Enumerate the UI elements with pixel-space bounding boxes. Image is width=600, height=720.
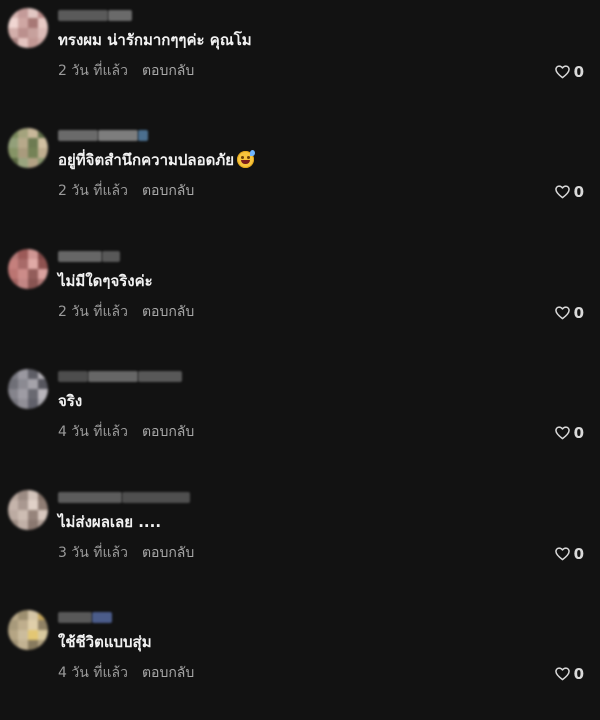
- comment-meta: 3 วัน ที่แล้ว ตอบกลับ: [58, 544, 194, 562]
- reply-button[interactable]: ตอบกลับ: [142, 665, 194, 681]
- commenter-username-blurred[interactable]: [58, 251, 102, 262]
- comment-text-content: ไม่ส่งผลเลย ....: [58, 513, 162, 531]
- comment-item: ไม่มีใดๆจริงค่ะ 2 วัน ที่แล้ว ตอบกลับ 0: [0, 249, 600, 359]
- like-button[interactable]: 0: [554, 665, 584, 683]
- commenter-username-blurred[interactable]: [108, 10, 132, 21]
- like-button[interactable]: 0: [554, 63, 584, 81]
- like-count: 0: [573, 424, 584, 442]
- comment-item: จริง 4 วัน ที่แล้ว ตอบกลับ 0: [0, 369, 600, 479]
- commenter-username-blurred[interactable]: [88, 371, 138, 382]
- comment-timestamp: 4 วัน ที่แล้ว: [58, 424, 128, 440]
- comment-item: ทรงผม น่ารักมากๆๆค่ะ คุณโม 2 วัน ที่แล้ว ต…: [0, 8, 600, 118]
- reply-button[interactable]: ตอบกลับ: [142, 545, 194, 561]
- comment-meta: 4 วัน ที่แล้ว ตอบกลับ: [58, 664, 194, 682]
- commenter-username-blurred[interactable]: [98, 130, 138, 141]
- heart-outline-icon[interactable]: [554, 426, 570, 440]
- like-button[interactable]: 0: [554, 304, 584, 322]
- like-count: 0: [573, 304, 584, 322]
- comment-text: ทรงผม น่ารักมากๆๆค่ะ คุณโม: [58, 30, 252, 50]
- comment-text-content: ใช้ชีวิตแบบสุ่ม: [58, 633, 152, 651]
- like-button[interactable]: 0: [554, 424, 584, 442]
- like-count: 0: [573, 63, 584, 81]
- comment-text: จริง: [58, 391, 82, 411]
- commenter-username-blurred[interactable]: [102, 251, 120, 262]
- commenter-avatar[interactable]: [8, 249, 48, 289]
- commenter-username-blurred[interactable]: [58, 371, 88, 382]
- comment-meta: 4 วัน ที่แล้ว ตอบกลับ: [58, 423, 194, 441]
- comment-meta: 2 วัน ที่แล้ว ตอบกลับ: [58, 62, 194, 80]
- comment-timestamp: 2 วัน ที่แล้ว: [58, 183, 128, 199]
- grinning-sweat-emoji: [237, 150, 256, 168]
- comment-text: อยู่ที่จิตสำนึกความปลอดภัย: [58, 150, 256, 170]
- comment-text-content: อยู่ที่จิตสำนึกความปลอดภัย: [58, 151, 235, 169]
- comment-timestamp: 4 วัน ที่แล้ว: [58, 665, 128, 681]
- heart-outline-icon[interactable]: [554, 306, 570, 320]
- commenter-username-blurred[interactable]: [58, 492, 122, 503]
- like-button[interactable]: 0: [554, 545, 584, 563]
- commenter-avatar[interactable]: [8, 490, 48, 530]
- heart-outline-icon[interactable]: [554, 547, 570, 561]
- commenter-username-blurred[interactable]: [92, 612, 112, 623]
- comment-item: อยู่ที่จิตสำนึกความปลอดภัย 2 วัน ที่แล้ว ต…: [0, 128, 600, 238]
- comment-timestamp: 2 วัน ที่แล้ว: [58, 304, 128, 320]
- heart-outline-icon[interactable]: [554, 65, 570, 79]
- like-button[interactable]: 0: [554, 183, 584, 201]
- commenter-avatar[interactable]: [8, 610, 48, 650]
- commenter-avatar[interactable]: [8, 128, 48, 168]
- commenter-username-blurred[interactable]: [138, 130, 148, 141]
- like-count: 0: [573, 665, 584, 683]
- comment-text-content: ทรงผม น่ารักมากๆๆค่ะ คุณโม: [58, 31, 252, 49]
- heart-outline-icon[interactable]: [554, 185, 570, 199]
- comment-text: ใช้ชีวิตแบบสุ่ม: [58, 632, 152, 652]
- comment-meta: 2 วัน ที่แล้ว ตอบกลับ: [58, 303, 194, 321]
- comment-text: ไม่มีใดๆจริงค่ะ: [58, 271, 153, 291]
- reply-button[interactable]: ตอบกลับ: [142, 424, 194, 440]
- reply-button[interactable]: ตอบกลับ: [142, 183, 194, 199]
- commenter-username-blurred[interactable]: [58, 130, 98, 141]
- comment-meta: 2 วัน ที่แล้ว ตอบกลับ: [58, 182, 194, 200]
- comment-text-content: ไม่มีใดๆจริงค่ะ: [58, 272, 153, 290]
- heart-outline-icon[interactable]: [554, 667, 570, 681]
- comment-item: ไม่ส่งผลเลย .... 3 วัน ที่แล้ว ตอบกลับ 0: [0, 490, 600, 600]
- like-count: 0: [573, 183, 584, 201]
- comment-text: ไม่ส่งผลเลย ....: [58, 512, 161, 532]
- commenter-username-blurred[interactable]: [138, 371, 182, 382]
- commenter-username-blurred[interactable]: [58, 10, 108, 21]
- comment-timestamp: 2 วัน ที่แล้ว: [58, 63, 128, 79]
- commenter-avatar[interactable]: [8, 8, 48, 48]
- commenter-username-blurred[interactable]: [58, 612, 92, 623]
- commenter-username-blurred[interactable]: [122, 492, 190, 503]
- like-count: 0: [573, 545, 584, 563]
- reply-button[interactable]: ตอบกลับ: [142, 63, 194, 79]
- comment-timestamp: 3 วัน ที่แล้ว: [58, 545, 128, 561]
- comment-text-content: จริง: [58, 392, 83, 410]
- reply-button[interactable]: ตอบกลับ: [142, 304, 194, 320]
- commenter-avatar[interactable]: [8, 369, 48, 409]
- comment-item: ใช้ชีวิตแบบสุ่ม 4 วัน ที่แล้ว ตอบกลับ 0: [0, 610, 600, 720]
